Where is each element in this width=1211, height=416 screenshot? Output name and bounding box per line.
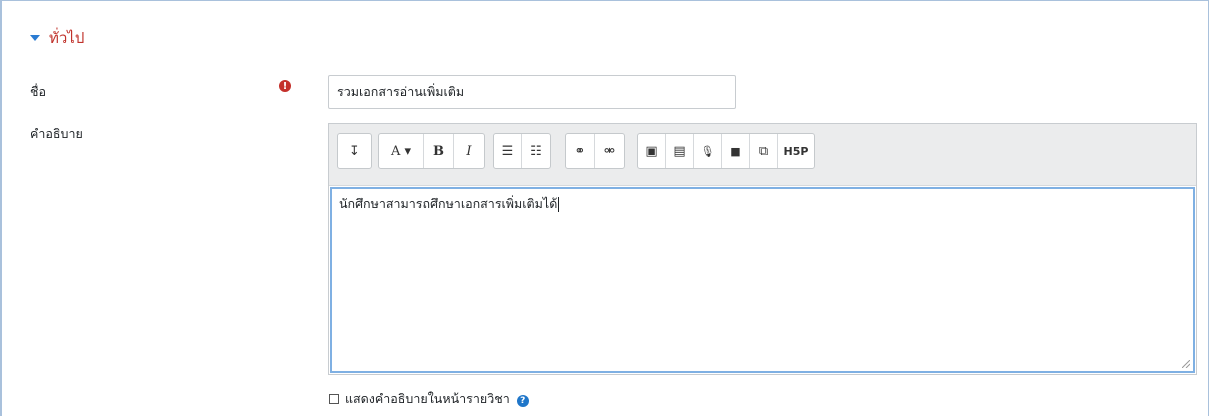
description-content-area[interactable]: นักศึกษาสามารถศึกษาเอกสารเพิ่มเติมได้ (330, 187, 1195, 373)
section-general-toggle[interactable]: ทั่วไป (30, 26, 84, 50)
microphone-icon[interactable]: 🎙 (694, 134, 722, 168)
ordered-list-icon[interactable]: ☷ (522, 134, 550, 168)
description-text: นักศึกษาสามารถศึกษาเอกสารเพิ่มเติมได้ (339, 196, 558, 211)
toolbar-group-collapse: ↧ (337, 133, 372, 169)
toolbar-group-media: ▣ ▤ 🎙 ■ ⧉ H5P (637, 133, 815, 169)
resize-handle-icon[interactable] (1182, 360, 1190, 368)
name-label: ชื่อ (30, 84, 46, 99)
show-description-checkbox[interactable] (329, 394, 339, 404)
editor-toolbar: ↧ A ▾ B I ☰ ☷ ⚭ ⚮ ▣ ▤ 🎙 ■ ⧉ H5P (329, 124, 1196, 186)
media-icon[interactable]: ▤ (666, 134, 694, 168)
video-icon[interactable]: ■ (722, 134, 750, 168)
font-size-icon[interactable]: A ▾ (379, 134, 424, 168)
italic-icon[interactable]: I (454, 134, 484, 168)
link-icon[interactable]: ⚭ (566, 134, 595, 168)
bold-icon[interactable]: B (424, 134, 454, 168)
show-description-label: แสดงคำอธิบายในหน้ารายวิชา (345, 391, 510, 406)
show-description-row: แสดงคำอธิบายในหน้ารายวิชา ? (329, 389, 529, 409)
unlink-icon[interactable]: ⚮ (595, 134, 624, 168)
caret-down-icon (30, 35, 40, 41)
unordered-list-icon[interactable]: ☰ (494, 134, 522, 168)
text-cursor (558, 197, 560, 212)
description-editor: ↧ A ▾ B I ☰ ☷ ⚭ ⚮ ▣ ▤ 🎙 ■ ⧉ H5P นักศึกษา… (328, 123, 1197, 375)
h5p-icon[interactable]: H5P (778, 134, 814, 168)
copy-icon[interactable]: ⧉ (750, 134, 778, 168)
toolbar-group-links: ⚭ ⚮ (565, 133, 625, 169)
section-title: ทั่วไป (49, 29, 85, 47)
name-input[interactable] (328, 75, 736, 109)
question-circle-icon[interactable]: ? (516, 394, 529, 407)
toolbar-group-style: A ▾ B I (378, 133, 485, 169)
toolbar-group-lists: ☰ ☷ (493, 133, 551, 169)
exclamation-circle-icon: ! (279, 80, 291, 92)
toggle-toolbar-icon[interactable]: ↧ (338, 134, 371, 168)
description-label: คำอธิบาย (30, 126, 83, 141)
image-icon[interactable]: ▣ (638, 134, 666, 168)
